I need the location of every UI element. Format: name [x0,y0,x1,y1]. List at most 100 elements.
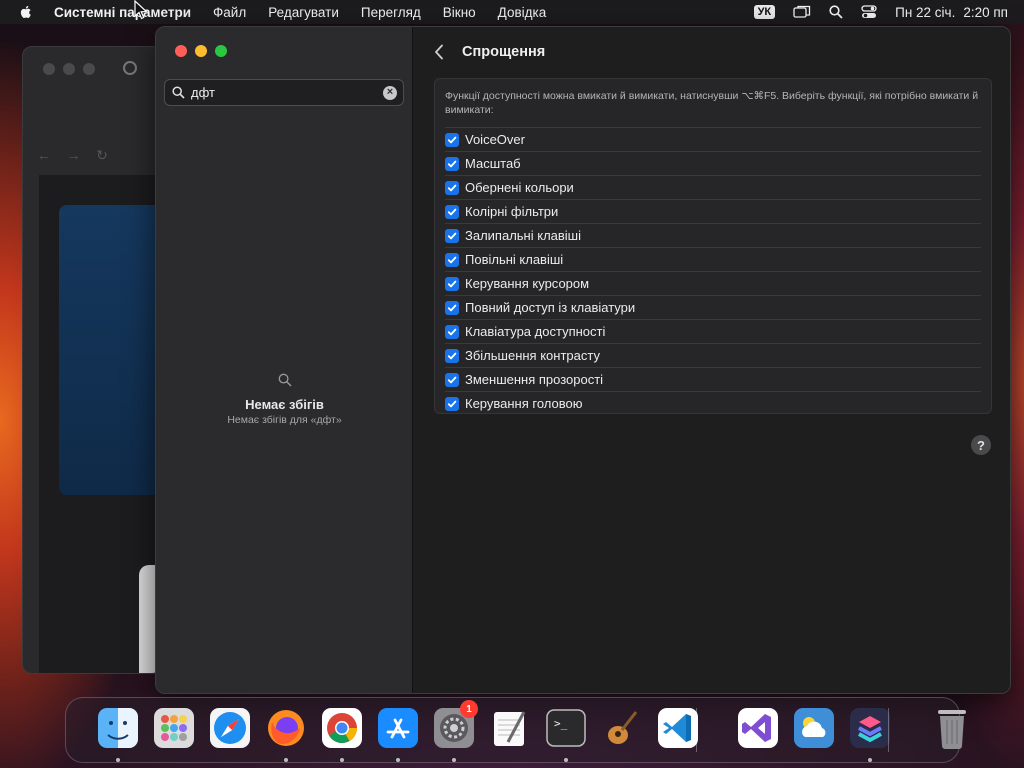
dock-separator [888,708,889,752]
option-row[interactable]: Залипальні клавіші [445,223,981,247]
option-label: Повільні клавіші [465,252,564,267]
no-results-message: Немає збігів Немає збігів для «дфт» [156,373,413,426]
option-row[interactable]: Збільшення контрасту [445,343,981,367]
option-checkbox[interactable] [445,372,459,387]
bg-zoom-dot[interactable] [83,63,95,75]
no-results-subtitle: Немає збігів для «дфт» [227,414,342,426]
menu-file[interactable]: Файл [213,5,246,20]
option-row[interactable]: VoiceOver [445,127,981,151]
menu-edit[interactable]: Редагувати [268,5,339,20]
checkmark-icon [447,304,457,311]
option-row[interactable]: Керування курсором [445,271,981,295]
menu-bar: Системні параметри Файл Редагувати Перег… [0,0,1024,24]
option-row[interactable]: Клавіатура доступності [445,319,981,343]
spotlight-search-icon[interactable] [829,5,843,19]
menu-bar-clock[interactable]: Пн 22 січ. 2:20 пп [895,5,1008,20]
option-checkbox[interactable] [445,300,459,315]
menu-help[interactable]: Довідка [498,5,547,20]
dock-chrome-icon[interactable] [320,706,364,750]
browser-content-image [59,205,161,495]
option-row[interactable]: Повільні клавіші [445,247,981,271]
bg-minimize-dot[interactable] [63,63,75,75]
panel-description: Функції доступності можна вмикати й вими… [445,90,979,116]
help-button[interactable]: ? [971,435,991,455]
option-row[interactable]: Повний доступ із клавіатури [445,295,981,319]
background-browser-window[interactable]: ← → ↻ [22,46,162,674]
option-checkbox[interactable] [445,228,459,243]
option-checkbox[interactable] [445,396,459,411]
option-row[interactable]: Керування головою [445,391,981,415]
option-label: Обернені кольори [465,180,574,195]
dock-terminal-icon[interactable]: >_ [544,706,588,750]
clock-date: Пн 22 січ. [895,4,956,20]
dock-app-store-icon[interactable] [376,706,420,750]
menu-app-name[interactable]: Системні параметри [54,5,191,20]
option-checkbox[interactable] [445,252,459,267]
settings-sidebar: дфт × Немає збігів Немає збігів для «дфт… [156,27,413,693]
option-checkbox[interactable] [445,204,459,219]
dock-launchpad-icon[interactable] [152,706,196,750]
screen-mirroring-icon[interactable] [793,5,811,19]
dock-textedit-icon[interactable] [488,706,532,750]
no-results-search-icon [156,373,413,387]
checkmark-icon [447,160,457,167]
option-label: Повний доступ із клавіатури [465,300,636,315]
option-checkbox[interactable] [445,156,459,171]
running-indicator [452,758,456,762]
option-checkbox[interactable] [445,132,459,147]
running-indicator [284,758,288,762]
option-row[interactable]: Обернені кольори [445,175,981,199]
clear-search-icon[interactable]: × [383,85,397,100]
apple-menu-icon[interactable] [18,4,38,20]
dock-system-settings-icon[interactable]: 1 [432,700,478,750]
control-center-icon[interactable] [861,5,877,19]
dock-vscode-icon[interactable] [656,706,700,750]
dock-weather-icon[interactable] [792,706,836,750]
checkmark-icon [447,184,457,191]
checkmark-icon [447,232,457,239]
mouse-pointer-icon [134,0,149,25]
dock-finder-icon[interactable] [96,706,140,750]
settings-search-field[interactable]: дфт × [164,79,404,106]
page-title: Спрощення [462,44,546,60]
bg-close-dot[interactable] [43,63,55,75]
dock-firefox-icon[interactable] [264,706,308,750]
option-row[interactable]: Зменшення прозорості [445,367,981,391]
option-checkbox[interactable] [445,348,459,363]
clock-time: 2:20 пп [963,4,1008,20]
dock-visual-studio-icon[interactable] [736,706,780,750]
browser-nav-arrows[interactable]: ← → ↻ [37,147,108,164]
window-zoom-button[interactable] [215,45,227,57]
option-row[interactable]: Масштаб [445,151,981,175]
settings-content: Спрощення Функції доступності можна вмик… [414,27,1010,693]
no-results-title: Немає збігів [245,397,324,412]
input-source-indicator[interactable]: УК [753,5,776,19]
dock-garageband-icon[interactable] [600,706,644,750]
options-list: VoiceOver Масштаб Обернені кольори Колірні … [445,127,981,415]
option-label: Клавіатура доступності [465,324,606,339]
option-row[interactable]: Колірні фільтри [445,199,981,223]
option-checkbox[interactable] [445,180,459,195]
dock-safari-icon[interactable] [208,706,252,750]
notification-badge: 1 [460,700,478,718]
window-minimize-button[interactable] [195,45,207,57]
browser-tab-icon[interactable] [123,61,137,75]
option-checkbox[interactable] [445,276,459,291]
checkmark-icon [447,400,457,407]
checkmark-icon [447,208,457,215]
dock-trash-icon[interactable] [930,706,974,750]
shortcut-options-panel: Функції доступності можна вмикати й вими… [434,78,992,414]
back-button[interactable] [434,42,450,62]
menu-view[interactable]: Перегляд [361,5,421,20]
option-label: Керування головою [465,396,583,411]
running-indicator [340,758,344,762]
window-close-button[interactable] [175,45,187,57]
menu-window[interactable]: Вікно [443,5,476,20]
search-icon [172,86,185,99]
dock-shortcuts-icon[interactable] [848,706,892,750]
option-checkbox[interactable] [445,324,459,339]
checkmark-icon [447,280,457,287]
option-label: Залипальні клавіші [465,228,581,243]
checkmark-icon [447,256,457,263]
search-input-value[interactable]: дфт [191,85,383,100]
